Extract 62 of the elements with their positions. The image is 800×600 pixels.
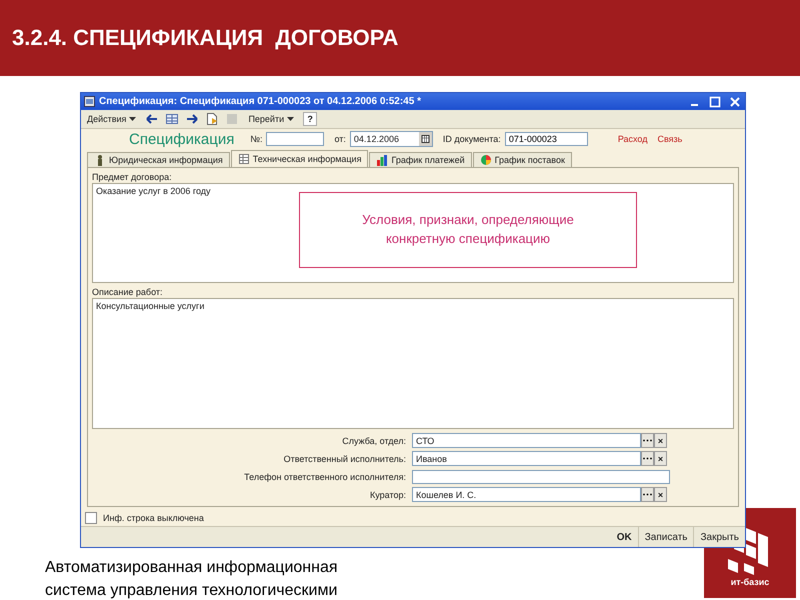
caret-icon <box>129 117 136 121</box>
select-field[interactable]: Иванов <box>412 451 641 466</box>
subject-label: Предмет договора: <box>92 172 173 183</box>
tab[interactable]: График поставок <box>472 152 572 167</box>
id-field[interactable]: 071-000023 <box>504 132 588 146</box>
menu-button[interactable]: Действия <box>84 113 140 125</box>
field-label: Служба, отдел: <box>341 436 407 446</box>
ellipsis-icon <box>643 457 652 460</box>
window-title: Спецификация: Спецификация 071-000023 от 04.12.2006 0:52:45 * <box>99 96 422 107</box>
field-label: Ответственный исполнитель: <box>282 454 407 464</box>
dialog-button[interactable]: Записать <box>638 527 694 547</box>
bar-chart-icon <box>376 154 388 166</box>
tab[interactable]: Техническая информация <box>230 150 368 167</box>
date-field[interactable]: 04.12.2006 <box>350 131 433 147</box>
left-arrow-icon[interactable] <box>145 112 160 126</box>
phone-field[interactable] <box>412 470 670 484</box>
date-label: от: <box>334 134 346 144</box>
checkbox-label: Инф. строка выключена <box>103 513 204 523</box>
dialog-button[interactable]: OK <box>610 527 638 547</box>
pie-chart-icon <box>480 154 492 166</box>
subject-field[interactable]: Оказание услуг в 2006 году Условия, признаки, определяющие конкретную спецификацию <box>92 183 734 283</box>
slide-title: 3.2.4. СПЕЦИФИКАЦИЯ ДОГОВОРА <box>12 25 398 51</box>
tab[interactable]: Юридическая информация <box>87 152 230 167</box>
link[interactable]: Расход <box>618 134 648 144</box>
help-button[interactable]: ? <box>303 112 318 126</box>
clear-button[interactable]: × <box>654 487 667 502</box>
choose-button[interactable] <box>641 487 654 502</box>
ellipsis-icon <box>643 493 652 496</box>
description-label: Описание работ: <box>92 287 164 298</box>
slide-caption: Автоматизированная информационная система управления технологическими <box>44 558 339 600</box>
callout-text: Условия, признаки, определяющие конкретную спецификацию <box>361 211 575 248</box>
checkbox[interactable] <box>85 512 97 524</box>
description-text: Консультационные услуги <box>96 301 204 311</box>
form-title: Спецификация <box>129 130 234 148</box>
ellipsis-icon <box>643 439 652 442</box>
tab[interactable]: График платежей <box>369 152 472 167</box>
right-arrow-icon[interactable] <box>185 112 200 126</box>
close-icon[interactable] <box>728 94 742 108</box>
menu-button[interactable]: Перейти <box>245 113 298 125</box>
dialog-button[interactable]: Закрыть <box>693 527 745 547</box>
field-label: Куратор: <box>369 490 407 500</box>
maximize-icon[interactable] <box>708 94 722 108</box>
caret-icon <box>287 117 294 121</box>
number-field[interactable] <box>266 132 324 146</box>
document-icon[interactable] <box>205 112 220 126</box>
id-label: ID документа: <box>442 134 501 144</box>
choose-button[interactable] <box>641 433 654 448</box>
subject-text: Оказание услуг в 2006 году <box>96 186 211 196</box>
select-field[interactable]: СТО <box>412 433 641 448</box>
link[interactable]: Связь <box>657 134 682 144</box>
select-field[interactable]: Кошелев И. С. <box>412 487 641 502</box>
app-icon <box>84 96 95 107</box>
number-label: №: <box>250 134 262 144</box>
field-label: Телефон ответственного исполнителя: <box>243 472 407 482</box>
description-field[interactable]: Консультационные услуги <box>92 298 734 429</box>
grid-icon[interactable] <box>165 112 180 126</box>
calendar-icon[interactable] <box>418 132 432 146</box>
logo-text: ит-базис <box>730 577 770 587</box>
clear-button[interactable]: × <box>654 433 667 448</box>
table-icon <box>238 153 250 165</box>
choose-button[interactable] <box>641 451 654 466</box>
clear-button[interactable]: × <box>654 451 667 466</box>
